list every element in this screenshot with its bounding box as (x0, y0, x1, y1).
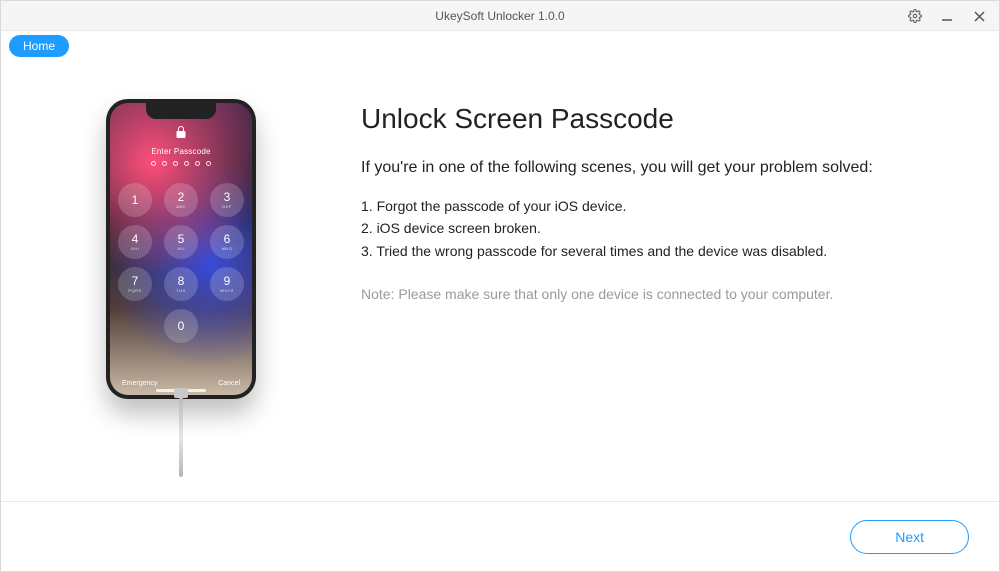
passcode-dot (151, 161, 156, 166)
app-window: UkeySoft Unlocker 1.0.0 Home (0, 0, 1000, 572)
usb-cable-icon (179, 397, 183, 477)
list-item: 1. Forgot the passcode of your iOS devic… (361, 195, 959, 217)
illustration-column: Enter Passcode 1 2ABC 3DEF 4GHI 5JKL 6MNO 7PQR… (41, 79, 321, 491)
home-button[interactable]: Home (9, 35, 69, 57)
keypad-key: 8TUV (164, 267, 198, 301)
close-icon (974, 11, 985, 22)
note-text: Note: Please make sure that only one dev… (361, 286, 959, 302)
app-title: UkeySoft Unlocker 1.0.0 (1, 9, 999, 23)
keypad-key: 3DEF (210, 183, 244, 217)
phone-notch (146, 103, 216, 119)
enter-passcode-label: Enter Passcode (110, 147, 252, 156)
list-item: 2. iOS device screen broken. (361, 217, 959, 239)
scenario-list: 1. Forgot the passcode of your iOS devic… (361, 195, 959, 262)
cancel-label: Cancel (218, 380, 240, 387)
list-item: 3. Tried the wrong passcode for several … (361, 240, 959, 262)
emergency-label: Emergency (122, 380, 157, 387)
keypad-key: 2ABC (164, 183, 198, 217)
keypad-key: 0 (164, 309, 198, 343)
passcode-dot (173, 161, 178, 166)
keypad-key: 9WXYZ (210, 267, 244, 301)
passcode-dot (184, 161, 189, 166)
keypad: 1 2ABC 3DEF 4GHI 5JKL 6MNO 7PQRS 8TUV 9WXYZ 0 (110, 183, 252, 343)
close-button[interactable] (963, 1, 995, 31)
passcode-dots (110, 161, 252, 166)
phone-bottom-row: Emergency Cancel (110, 380, 252, 387)
page-heading: Unlock Screen Passcode (361, 103, 959, 135)
next-button[interactable]: Next (850, 520, 969, 554)
keypad-key: 1 (118, 183, 152, 217)
footer: Next (1, 501, 999, 571)
passcode-dot (162, 161, 167, 166)
phone-illustration: Enter Passcode 1 2ABC 3DEF 4GHI 5JKL 6MNO 7PQR… (106, 99, 256, 477)
gear-icon (908, 9, 922, 23)
titlebar: UkeySoft Unlocker 1.0.0 (1, 1, 999, 31)
page-subtitle: If you're in one of the following scenes… (361, 159, 959, 177)
passcode-dot (195, 161, 200, 166)
keypad-key: 4GHI (118, 225, 152, 259)
lock-icon (175, 125, 187, 139)
breadcrumb: Home (1, 31, 999, 59)
passcode-dot (206, 161, 211, 166)
keypad-key: 5JKL (164, 225, 198, 259)
keypad-key: 7PQRS (118, 267, 152, 301)
minimize-icon (941, 10, 953, 22)
phone-screen: Enter Passcode 1 2ABC 3DEF 4GHI 5JKL 6MNO 7PQR… (110, 103, 252, 395)
main-content: Enter Passcode 1 2ABC 3DEF 4GHI 5JKL 6MNO 7PQR… (1, 59, 999, 501)
window-controls (899, 1, 995, 31)
text-column: Unlock Screen Passcode If you're in one … (321, 79, 959, 491)
phone-frame: Enter Passcode 1 2ABC 3DEF 4GHI 5JKL 6MNO 7PQR… (106, 99, 256, 399)
minimize-button[interactable] (931, 1, 963, 31)
keypad-key: 6MNO (210, 225, 244, 259)
settings-button[interactable] (899, 1, 931, 31)
